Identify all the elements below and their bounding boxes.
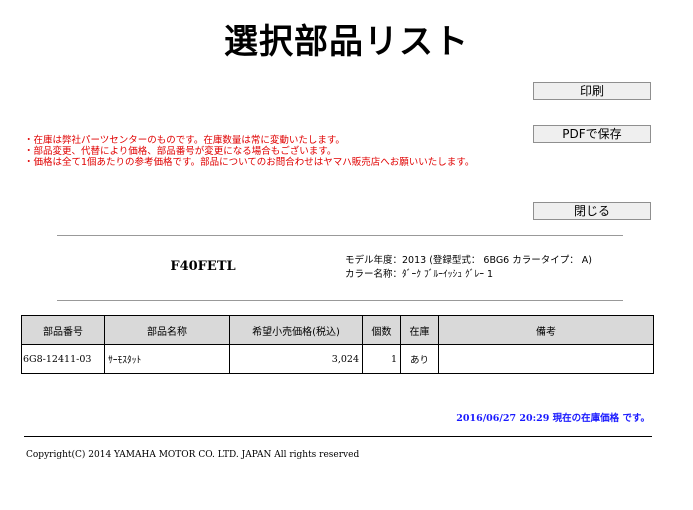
model-year-line: モデル年度：2013 (登録型式： 6BG6 カラータイプ： A) [345,255,592,266]
stock-datetime: 2016/06/27 20:29 [456,413,550,424]
notice-line: ・部品変更、代替により価格、部品番号が変更になる場合もございます。 [24,146,337,157]
print-button[interactable]: 印刷 [533,82,651,100]
stock-note-text: 現在の在庫価格 です。 [552,413,650,424]
close-button[interactable]: 閉じる [533,202,651,220]
cell-price: 3,024 [229,344,363,374]
col-header-qty: 個数 [362,315,401,345]
col-header-part-number: 部品番号 [21,315,105,345]
divider [57,300,623,301]
divider [57,235,623,236]
model-info: モデル年度：2013 (登録型式： 6BG6 カラータイプ： A) カラー名称：… [345,254,592,282]
col-header-price: 希望小売価格(税込) [229,315,363,345]
model-name: F40FETL [170,259,236,274]
table-header-row: 部品番号 部品名称 希望小売価格(税込) 個数 在庫 備考 [21,315,654,345]
col-header-stock: 在庫 [400,315,439,345]
notice-line: ・価格は全て1個あたりの参考価格です。部品についてのお問合わせはヤマハ販売店へお… [24,157,475,168]
copyright: Copyright(C) 2014 YAMAHA MOTOR CO. LTD. … [26,450,360,460]
page-title: 選択部品リスト [224,22,469,62]
cell-stock: あり [400,344,439,374]
notice-text: ・在庫は弊社パーツセンターのものです。在庫数量は常に変動いたします。 ・部品変更… [24,135,474,168]
notice-line: ・在庫は弊社パーツセンターのものです。在庫数量は常に変動いたします。 [24,135,345,146]
save-pdf-button[interactable]: PDFで保存 [533,125,651,143]
table-row: 6G8-12411-03 ｻｰﾓｽﾀｯﾄ 3,024 1 あり [21,344,654,374]
footer-divider [24,436,652,437]
stock-timestamp-note: 2016/06/27 20:29 現在の在庫価格 です。 [456,410,650,424]
model-color-line: カラー名称：ﾀﾞｰｸ ﾌﾞﾙｰｲｯｼｭ ｸﾞﾚｰ 1 [345,269,494,280]
cell-part-number: 6G8-12411-03 [21,344,105,374]
cell-qty: 1 [362,344,401,374]
col-header-part-name: 部品名称 [104,315,230,345]
col-header-remarks: 備考 [438,315,654,345]
parts-table: 部品番号 部品名称 希望小売価格(税込) 個数 在庫 備考 6G8-12411-… [21,315,654,374]
cell-remarks [438,344,654,374]
cell-part-name: ｻｰﾓｽﾀｯﾄ [104,344,230,374]
